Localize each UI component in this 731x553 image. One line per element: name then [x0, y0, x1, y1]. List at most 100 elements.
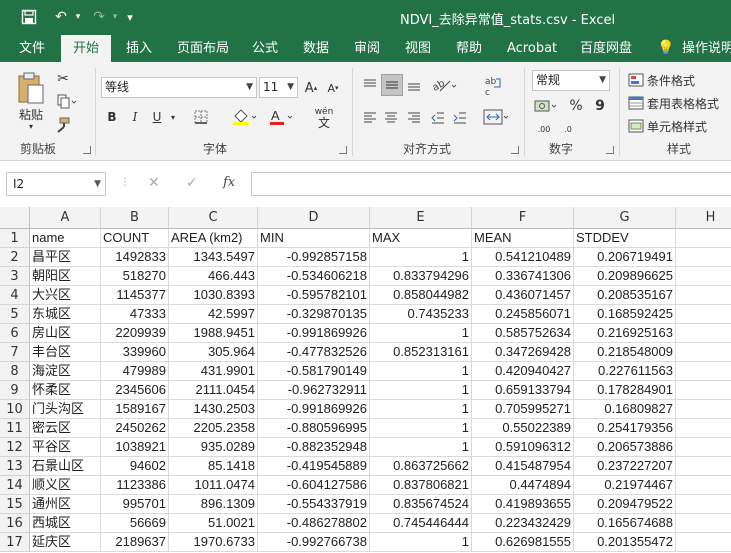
- cell[interactable]: 305.964: [169, 343, 258, 362]
- cell[interactable]: 0.852313161: [370, 343, 472, 362]
- cell[interactable]: 0.209896625: [574, 267, 676, 286]
- cell[interactable]: 顺义区: [30, 476, 101, 495]
- tab-review[interactable]: 审阅: [352, 35, 382, 62]
- cell[interactable]: -0.992766738: [258, 533, 370, 552]
- copy-icon[interactable]: [53, 93, 79, 111]
- cell[interactable]: [676, 476, 731, 495]
- number-format-combo[interactable]: 常规 ▼: [532, 70, 610, 91]
- cell[interactable]: -0.477832526: [258, 343, 370, 362]
- cell[interactable]: 935.0289: [169, 438, 258, 457]
- wrap-text-icon[interactable]: ab c: [482, 74, 504, 98]
- cell[interactable]: 1: [370, 324, 472, 343]
- cell[interactable]: 0.208535167: [574, 286, 676, 305]
- cell[interactable]: -0.991869926: [258, 324, 370, 343]
- cell[interactable]: 0.254179356: [574, 419, 676, 438]
- tab-acrobat[interactable]: Acrobat: [505, 35, 559, 62]
- cell[interactable]: [676, 343, 731, 362]
- cell[interactable]: 1145377: [101, 286, 169, 305]
- underline-dropdown-icon[interactable]: ▾: [168, 108, 178, 126]
- cell[interactable]: 1: [370, 362, 472, 381]
- cell[interactable]: -0.882352948: [258, 438, 370, 457]
- cell[interactable]: -0.486278802: [258, 514, 370, 533]
- column-header-h[interactable]: H: [676, 207, 731, 229]
- cell[interactable]: 平谷区: [30, 438, 101, 457]
- cell[interactable]: 2450262: [101, 419, 169, 438]
- cell[interactable]: 0.705995271: [472, 400, 574, 419]
- column-header-d[interactable]: D: [258, 207, 370, 229]
- increase-font-size-icon[interactable]: A ▴: [302, 78, 320, 98]
- align-top-icon[interactable]: [360, 75, 380, 95]
- font-size-combo[interactable]: 11 ▼: [259, 77, 298, 98]
- cell[interactable]: -0.554337919: [258, 495, 370, 514]
- cell[interactable]: [676, 229, 731, 248]
- paste-dropdown-icon[interactable]: ▾: [24, 120, 38, 132]
- cell[interactable]: 0.206573886: [574, 438, 676, 457]
- tab-formulas[interactable]: 公式: [250, 35, 280, 62]
- row-header[interactable]: 15: [0, 495, 30, 514]
- percent-button[interactable]: %: [566, 96, 586, 116]
- tab-file[interactable]: 文件: [17, 35, 47, 62]
- row-header[interactable]: 17: [0, 533, 30, 552]
- cell[interactable]: 朝阳区: [30, 267, 101, 286]
- font-color-icon[interactable]: A: [266, 108, 298, 126]
- fill-color-icon[interactable]: [229, 108, 261, 126]
- font-launcher-icon[interactable]: [339, 146, 347, 154]
- row-header[interactable]: 12: [0, 438, 30, 457]
- cell[interactable]: [676, 362, 731, 381]
- cell[interactable]: 0.209479522: [574, 495, 676, 514]
- decrease-font-size-icon[interactable]: A ▾: [324, 78, 342, 98]
- align-bottom-icon[interactable]: [404, 75, 424, 95]
- cell[interactable]: 47333: [101, 305, 169, 324]
- column-header-f[interactable]: F: [472, 207, 574, 229]
- cell[interactable]: 339960: [101, 343, 169, 362]
- cell[interactable]: 1343.5497: [169, 248, 258, 267]
- cell[interactable]: 密云区: [30, 419, 101, 438]
- align-center-icon[interactable]: [381, 108, 401, 128]
- cell[interactable]: 0.626981555: [472, 533, 574, 552]
- cell[interactable]: -0.880596995: [258, 419, 370, 438]
- cell[interactable]: 大兴区: [30, 286, 101, 305]
- name-box[interactable]: I2 ▼: [6, 172, 106, 196]
- cell[interactable]: 0.178284901: [574, 381, 676, 400]
- cell[interactable]: 丰台区: [30, 343, 101, 362]
- cell[interactable]: -0.581790149: [258, 362, 370, 381]
- row-header[interactable]: 10: [0, 400, 30, 419]
- accounting-format-icon[interactable]: [533, 96, 559, 116]
- cell[interactable]: 1492833: [101, 248, 169, 267]
- format-painter-icon[interactable]: [53, 116, 73, 134]
- cell[interactable]: [676, 305, 731, 324]
- row-header[interactable]: 11: [0, 419, 30, 438]
- align-left-icon[interactable]: [360, 108, 380, 128]
- cell[interactable]: [676, 400, 731, 419]
- cell[interactable]: 995701: [101, 495, 169, 514]
- cell[interactable]: 0.227611563: [574, 362, 676, 381]
- cell[interactable]: 518270: [101, 267, 169, 286]
- cell[interactable]: 42.5997: [169, 305, 258, 324]
- cell[interactable]: STDDEV: [574, 229, 676, 248]
- cell[interactable]: 0.223432429: [472, 514, 574, 533]
- cell[interactable]: 1: [370, 248, 472, 267]
- row-header[interactable]: 2: [0, 248, 30, 267]
- cut-icon[interactable]: ✂: [53, 70, 73, 88]
- cell[interactable]: 85.1418: [169, 457, 258, 476]
- cell[interactable]: 0.419893655: [472, 495, 574, 514]
- cell[interactable]: 1: [370, 419, 472, 438]
- tab-data[interactable]: 数据: [301, 35, 331, 62]
- cell[interactable]: 0.591096312: [472, 438, 574, 457]
- merge-center-icon[interactable]: [482, 106, 512, 128]
- cell[interactable]: 2189637: [101, 533, 169, 552]
- row-header[interactable]: 7: [0, 343, 30, 362]
- cell[interactable]: 0.420940427: [472, 362, 574, 381]
- tab-insert[interactable]: 插入: [124, 35, 154, 62]
- tab-help[interactable]: 帮助: [454, 35, 484, 62]
- cell[interactable]: 1011.0474: [169, 476, 258, 495]
- align-middle-icon[interactable]: [381, 74, 403, 96]
- cell[interactable]: [676, 267, 731, 286]
- cell[interactable]: [676, 381, 731, 400]
- column-header-g[interactable]: G: [574, 207, 676, 229]
- column-header-a[interactable]: A: [30, 207, 101, 229]
- cell[interactable]: name: [30, 229, 101, 248]
- cell[interactable]: 0.21974467: [574, 476, 676, 495]
- cell[interactable]: 0.347269428: [472, 343, 574, 362]
- orientation-icon[interactable]: ab: [430, 75, 460, 95]
